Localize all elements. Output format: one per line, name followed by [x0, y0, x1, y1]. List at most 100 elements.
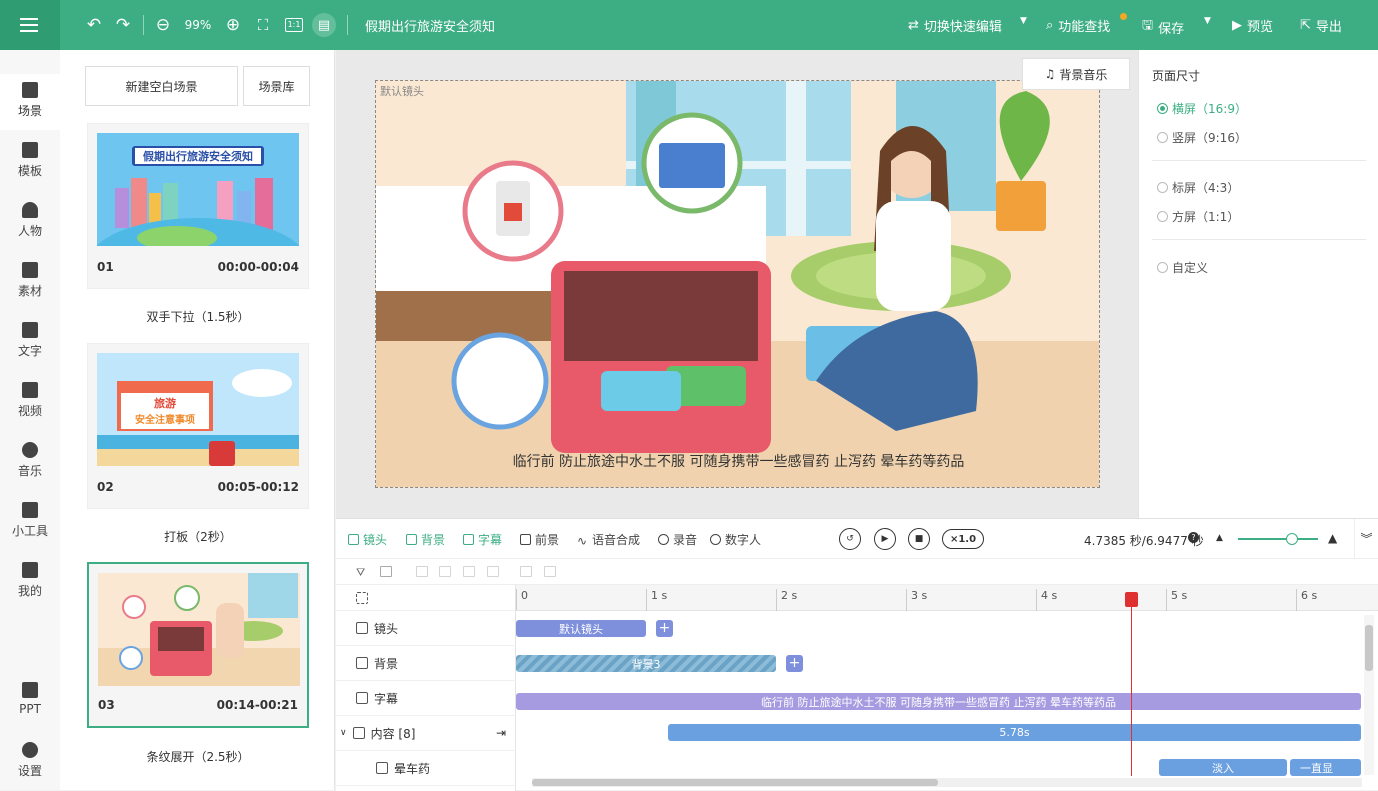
subtitle-clip[interactable]: 临行前 防止旅途中水土不服 可随身携带一些感冒药 止泻药 晕车药等药品 — [516, 693, 1361, 710]
tab-subtitle[interactable]: 字幕 — [463, 531, 502, 548]
tab-digital-human[interactable]: 数字人 — [710, 531, 761, 548]
collapse-timeline-icon[interactable]: ︾ — [1354, 519, 1378, 559]
nav-material[interactable]: 素材 — [0, 254, 60, 310]
nav-template[interactable]: 模板 — [0, 134, 60, 190]
align-center-icon[interactable] — [439, 566, 451, 577]
fullscreen-icon[interactable]: ⛶ — [252, 13, 274, 37]
playhead-handle[interactable] — [1125, 592, 1138, 607]
background-clip[interactable]: 背景3 — [516, 655, 776, 672]
quick-edit-dropdown[interactable]: ▼ — [1020, 16, 1027, 26]
radio-icon — [1157, 211, 1168, 222]
nav-mine[interactable]: 我的 — [0, 554, 60, 610]
lens-label: 默认镜头 — [380, 85, 424, 98]
timeline-zoom-slider[interactable] — [1238, 538, 1318, 540]
fade-in-clip[interactable]: 淡入 — [1159, 759, 1287, 776]
time-readout: 4.7385 秒/6.9477 秒 — [1084, 534, 1204, 548]
scene-card-3-selected[interactable]: 03 00:14-00:21 — [87, 562, 309, 728]
option-square[interactable]: 方屏（1:1） — [1157, 208, 1239, 225]
time-ruler[interactable]: 0 1 s 2 s 3 s 4 s 5 s 6 s — [516, 585, 1378, 611]
layer-up-icon[interactable] — [520, 566, 532, 577]
row-background[interactable]: 背景 — [336, 646, 516, 681]
nav-music[interactable]: 音乐 — [0, 434, 60, 490]
align-right-icon[interactable] — [463, 566, 475, 577]
subtitle-text[interactable]: 临行前 防止旅途中水土不服 可随身携带一些感冒药 止泻药 晕车药等药品 — [376, 451, 1099, 471]
timeline-zoom-knob[interactable] — [1286, 533, 1298, 545]
help-icon[interactable]: ? — [1188, 532, 1199, 543]
align-left-icon[interactable] — [416, 566, 428, 577]
radio-icon — [1157, 103, 1168, 114]
play-icon[interactable]: ▶ — [874, 528, 896, 550]
scene-card-1[interactable]: 假期出行旅游安全须知 01 00:00-00:04 — [87, 123, 309, 289]
option-portrait[interactable]: 竖屏（9:16） — [1157, 129, 1247, 146]
tab-foreground[interactable]: 前景 — [520, 531, 559, 548]
tab-lens[interactable]: 镜头 — [348, 531, 387, 548]
stop-icon[interactable]: ■ — [908, 528, 930, 550]
music-note-icon: ♫ — [1044, 67, 1056, 81]
option-standard[interactable]: 标屏（4:3） — [1157, 179, 1239, 196]
add-lens-button[interactable]: + — [656, 620, 673, 637]
group-icon[interactable] — [380, 566, 392, 577]
zoom-out-timeline-icon[interactable]: ▲ — [1216, 533, 1223, 543]
scene-card-2[interactable]: 旅游 安全注意事项 02 00:05-00:12 — [87, 343, 309, 509]
nav-settings[interactable]: 设置 — [0, 734, 60, 790]
redo-icon[interactable]: ↷ — [112, 13, 134, 37]
scene-library-button[interactable]: 场景库 — [243, 66, 310, 106]
row-motion-sickness-medicine[interactable]: 晕车药 — [336, 751, 516, 786]
export-button[interactable]: ⇱ 导出 — [1300, 16, 1342, 35]
tab-record[interactable]: 录音 — [658, 531, 697, 548]
transition-label[interactable]: 条纹展开（2.5秒） — [87, 748, 309, 765]
nav-tools[interactable]: 小工具 — [0, 494, 60, 550]
filter-icon[interactable]: ⛛ — [356, 566, 368, 579]
row-content[interactable]: ∨ 内容 [8] ⇥ — [336, 716, 516, 751]
subtitle-icon[interactable]: ▤ — [312, 13, 336, 37]
zoom-level: 99% — [184, 18, 212, 32]
always-visible-clip[interactable]: 一直显 — [1290, 759, 1361, 776]
distribute-icon[interactable] — [487, 566, 499, 577]
find-feature-button[interactable]: ⌕ 功能查找 — [1046, 16, 1110, 35]
undo-icon[interactable]: ↶ — [83, 13, 105, 37]
nav-text[interactable]: 文字 — [0, 314, 60, 370]
layer-down-icon[interactable] — [544, 566, 556, 577]
nav-ppt[interactable]: PPT — [0, 674, 60, 730]
content-clip[interactable]: 5.78s — [668, 724, 1361, 741]
option-custom[interactable]: 自定义 — [1157, 259, 1208, 276]
exit-icon[interactable]: ⇥ — [496, 726, 506, 740]
left-nav: 场景 模板 人物 素材 文字 视频 音乐 小工具 我的 PPT 设置 — [0, 50, 60, 790]
background-music-button[interactable]: ♫ 背景音乐 — [1022, 58, 1130, 90]
new-blank-scene-button[interactable]: 新建空白场景 — [85, 66, 238, 106]
timeline-vertical-scrollbar[interactable] — [1364, 615, 1374, 775]
project-title[interactable]: 假期出行旅游安全须知 — [365, 16, 495, 35]
zoom-out-icon[interactable]: ⊖ — [152, 13, 174, 37]
menu-button[interactable] — [0, 0, 60, 50]
replay-icon[interactable]: ↺ — [839, 528, 861, 550]
tab-tts[interactable]: ∿ 语音合成 — [577, 531, 640, 548]
add-background-button[interactable]: + — [786, 655, 803, 672]
transition-label[interactable]: 打板（2秒） — [87, 528, 309, 545]
option-landscape[interactable]: 横屏（16:9） — [1157, 100, 1247, 117]
page-size-panel: 页面尺寸 横屏（16:9） 竖屏（9:16） 标屏（4:3） 方屏（1:1） 自… — [1138, 50, 1378, 518]
switch-icon: ⇄ — [908, 18, 919, 33]
upload-icon — [22, 562, 38, 578]
grid-icon — [356, 591, 368, 604]
save-dropdown[interactable]: ▼ — [1204, 16, 1211, 26]
tab-background[interactable]: 背景 — [406, 531, 445, 548]
row-lens[interactable]: 镜头 — [336, 611, 516, 646]
zoom-in-timeline-icon[interactable]: ▲ — [1328, 531, 1337, 545]
actual-size-button[interactable]: 1:1 — [284, 13, 304, 37]
row-subtitle[interactable]: 字幕 — [336, 681, 516, 716]
save-button[interactable]: 🖫 保存 — [1142, 16, 1184, 38]
quick-edit-toggle[interactable]: ⇄ 切换快速编辑 — [908, 16, 1002, 35]
zoom-in-icon[interactable]: ⊕ — [222, 13, 244, 37]
nav-scene[interactable]: 场景 — [0, 74, 60, 130]
stage-canvas[interactable]: 默认镜头 临行前 防止旅途中水土不服 可随身携带一些感冒药 止泻药 晕车药等药品 — [375, 80, 1100, 488]
lens-clip[interactable]: 默认镜头 — [516, 620, 646, 637]
scene-thumbnail — [98, 573, 300, 686]
ppt-icon — [22, 682, 38, 698]
timeline-horizontal-scrollbar[interactable] — [532, 778, 1362, 787]
preview-button[interactable]: ▶ 预览 — [1232, 16, 1273, 35]
nav-character[interactable]: 人物 — [0, 194, 60, 250]
transition-label[interactable]: 双手下拉（1.5秒） — [87, 308, 309, 325]
speed-button[interactable]: ×1.0 — [942, 529, 984, 549]
nav-video[interactable]: 视频 — [0, 374, 60, 430]
scene-time: 00:05-00:12 — [217, 480, 299, 494]
